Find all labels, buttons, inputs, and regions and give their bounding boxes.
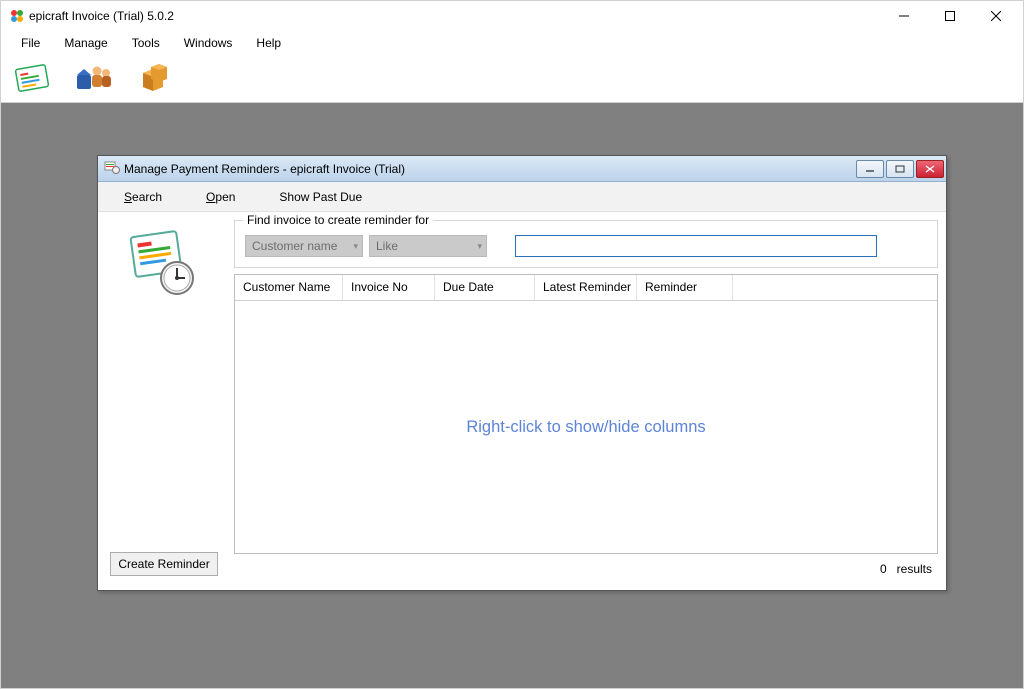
menu-file[interactable]: File (9, 33, 52, 53)
field-select-value: Customer name (252, 239, 337, 253)
minimize-button[interactable] (881, 1, 927, 31)
main-titlebar: epicraft Invoice (Trial) 5.0.2 (1, 1, 1023, 31)
toolbar-invoice-button[interactable] (11, 59, 55, 99)
child-window-controls (856, 160, 944, 178)
col-due-date[interactable]: Due Date (435, 275, 535, 300)
groupbox-legend: Find invoice to create reminder for (243, 213, 433, 227)
menu-manage[interactable]: Manage (52, 33, 119, 53)
grid-hint: Right-click to show/hide columns (466, 418, 705, 437)
operator-select-value: Like (376, 239, 398, 253)
child-body: Create Reminder Find invoice to create r… (98, 212, 946, 590)
search-input[interactable] (515, 235, 877, 257)
left-column: Create Reminder (106, 220, 222, 582)
main-toolbar (1, 55, 1023, 103)
reminder-icon (104, 160, 120, 177)
chevron-down-icon: ▾ (477, 241, 482, 252)
mdi-client-area: Manage Payment Reminders - epicraft Invo… (1, 103, 1023, 688)
col-latest-reminder[interactable]: Latest Reminder (535, 275, 637, 300)
window-controls (881, 1, 1019, 31)
col-customer-name[interactable]: Customer Name (235, 275, 343, 300)
main-menubar: File Manage Tools Windows Help (1, 31, 1023, 55)
reminder-large-icon (125, 226, 203, 307)
results-bar: 0 results (234, 560, 938, 582)
right-column: Find invoice to create reminder for Cust… (234, 220, 938, 582)
epicraft-logo-icon (9, 8, 25, 24)
maximize-button[interactable] (927, 1, 973, 31)
toolbar-products-button[interactable] (131, 59, 175, 99)
child-titlebar: Manage Payment Reminders - epicraft Invo… (98, 156, 946, 182)
child-window-title: Manage Payment Reminders - epicraft Invo… (120, 162, 856, 176)
close-button[interactable] (973, 1, 1019, 31)
find-invoice-groupbox: Find invoice to create reminder for Cust… (234, 220, 938, 268)
child-menubar: Search Open Show Past Due (98, 182, 946, 212)
child-maximize-button[interactable] (886, 160, 914, 178)
results-count: 0 (880, 562, 887, 576)
toolbar-customers-button[interactable] (71, 59, 115, 99)
field-select[interactable]: Customer name ▾ (245, 235, 363, 257)
child-menu-show-past-due[interactable]: Show Past Due (257, 186, 384, 208)
col-invoice-no[interactable]: Invoice No (343, 275, 435, 300)
payment-reminders-window: Manage Payment Reminders - epicraft Invo… (97, 155, 947, 591)
app-window: epicraft Invoice (Trial) 5.0.2 File Mana… (0, 0, 1024, 689)
child-minimize-button[interactable] (856, 160, 884, 178)
menu-tools[interactable]: Tools (120, 33, 172, 53)
create-reminder-button[interactable]: Create Reminder (110, 552, 218, 576)
child-close-button[interactable] (916, 160, 944, 178)
grid-header: Customer Name Invoice No Due Date Latest… (235, 275, 937, 301)
menu-windows[interactable]: Windows (172, 33, 245, 53)
grid-body[interactable]: Right-click to show/hide columns (235, 301, 937, 553)
col-blank (733, 275, 937, 300)
col-reminder[interactable]: Reminder (637, 275, 733, 300)
results-label: results (897, 562, 932, 576)
child-menu-open[interactable]: Open (184, 186, 257, 208)
app-title: epicraft Invoice (Trial) 5.0.2 (25, 9, 881, 23)
child-menu-search[interactable]: Search (102, 186, 184, 208)
chevron-down-icon: ▾ (353, 241, 358, 252)
operator-select[interactable]: Like ▾ (369, 235, 487, 257)
results-grid[interactable]: Customer Name Invoice No Due Date Latest… (234, 274, 938, 554)
filter-row: Customer name ▾ Like ▾ (245, 235, 927, 257)
menu-help[interactable]: Help (244, 33, 293, 53)
